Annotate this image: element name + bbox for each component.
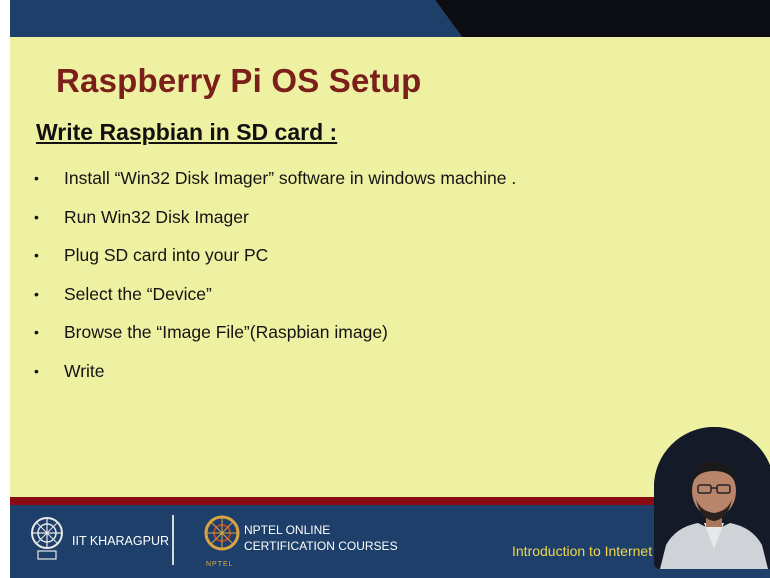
bullet-text: Run Win32 Disk Imager [64,206,249,227]
header-band [10,0,770,37]
bullet-text: Plug SD card into your PC [64,245,269,265]
slide-subtitle: Write Raspbian in SD card : [36,119,338,145]
footer-divider [172,515,174,565]
bullet-text: Browse the “Image File”(Raspbian image) [64,322,388,342]
bullet-text: Write [64,360,105,381]
nptel-small-label: NPTEL [206,561,234,568]
nptel-label-line1: NPTEL ONLINE [244,523,331,537]
bullet-icon: • [34,324,39,340]
bullet-icon: • [34,362,39,379]
bullet-text: Select the “Device” [64,283,212,304]
bullet-text: Install “Win32 Disk Imager” software in … [64,168,517,188]
slide-title: Raspberry Pi OS Setup [56,62,422,99]
course-title: Introduction to Internet of [512,543,668,559]
nptel-logo-icon [202,511,242,561]
bullet-icon: • [34,170,39,186]
bullet-icon: • [34,247,39,263]
institute-name: IIT KHARAGPUR [72,534,170,548]
presenter-video-thumbnail [654,427,770,569]
bullet-icon: • [34,208,39,225]
bullet-icon: • [34,285,39,302]
iit-kharagpur-logo-icon [28,513,66,563]
nptel-label-line2: CERTIFICATION COURSES [244,539,398,553]
